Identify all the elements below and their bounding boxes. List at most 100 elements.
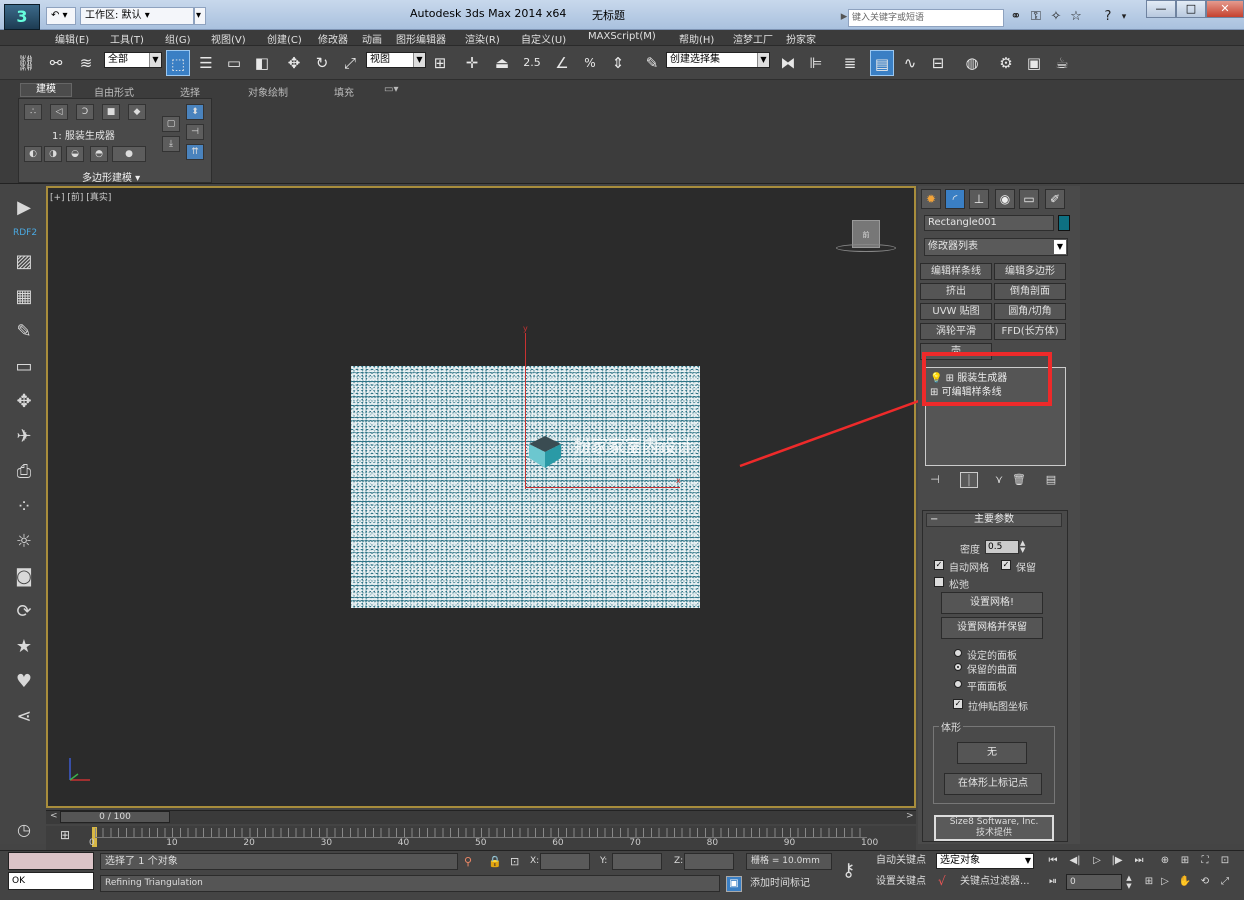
rect-selection-icon[interactable]: ▭: [222, 50, 246, 76]
maximize-button[interactable]: □: [1176, 0, 1206, 18]
quick-access-more-button[interactable]: ▾: [194, 7, 206, 25]
maxscript-listener-mini[interactable]: [8, 852, 94, 870]
menu-banjiajia[interactable]: 扮家家: [786, 31, 816, 46]
gizmo-y-axis[interactable]: [525, 333, 526, 489]
search-input[interactable]: 键入关键字或短语: [848, 9, 1004, 27]
menu-maxscript[interactable]: MAXScript(M): [588, 31, 656, 42]
snaps-toggle-icon[interactable]: 2.5: [520, 50, 544, 76]
edit-icon[interactable]: ✎: [12, 320, 36, 344]
element-icon[interactable]: ◆: [128, 104, 146, 120]
ribbon-tab-populate[interactable]: 填充: [334, 84, 354, 99]
camera-icon[interactable]: ◙: [12, 565, 36, 589]
menu-modifiers[interactable]: 修改器: [318, 31, 348, 46]
key-filters-button[interactable]: 关键点过滤器...: [960, 874, 1030, 890]
vertex-icon[interactable]: ∴: [24, 104, 42, 120]
select-object-icon[interactable]: ⬚: [166, 50, 190, 76]
menu-create[interactable]: 创建(C): [267, 31, 302, 46]
favorites-star-icon[interactable]: ☆: [1068, 9, 1084, 25]
pan-hand-icon[interactable]: ✋: [1176, 874, 1194, 890]
ribbon-options-icon[interactable]: ▭▾: [384, 84, 398, 95]
help-icon[interactable]: ?: [1100, 9, 1116, 25]
zoom-icon[interactable]: ⊕: [1156, 853, 1174, 869]
menu-xuanmeng[interactable]: 渲梦工厂: [733, 31, 773, 46]
density-spinner[interactable]: 0.5: [985, 540, 1019, 554]
transform-mode-icon[interactable]: ⊡: [510, 855, 519, 868]
pin-stack-icon[interactable]: ⊣: [926, 472, 944, 488]
create-tab-icon[interactable]: ✹: [921, 189, 941, 209]
display-tab-icon[interactable]: ▭: [1019, 189, 1039, 209]
edit-named-selection-icon[interactable]: ✎: [640, 50, 664, 76]
turbosmooth-button[interactable]: 涡轮平滑: [920, 323, 992, 340]
rendered-frame-icon[interactable]: ▣: [1022, 50, 1046, 76]
menu-tools[interactable]: 工具(T): [110, 31, 144, 46]
angle-snap-icon[interactable]: ∠: [550, 50, 574, 76]
ribbon-tab-modeling[interactable]: 建模: [20, 83, 72, 97]
workspace-dropdown[interactable]: 工作区: 默认 ▾: [80, 7, 194, 25]
help-dropdown-icon[interactable]: ▾: [1116, 9, 1132, 25]
ffd-box-button[interactable]: FFD(长方体): [994, 323, 1066, 340]
goto-end-icon[interactable]: ⏭: [1130, 853, 1148, 869]
object-name-field[interactable]: Rectangle001: [924, 215, 1054, 231]
motion-tab-icon[interactable]: ◉: [995, 189, 1015, 209]
window-crossing-icon[interactable]: ◧: [250, 50, 274, 76]
zoom-extents-all-icon[interactable]: ⊡: [1216, 853, 1234, 869]
graphite-ribbon-icon[interactable]: ▤: [870, 50, 894, 76]
image-icon[interactable]: ▨: [12, 250, 36, 274]
bind-spacewarp-icon[interactable]: ≋: [74, 50, 98, 76]
edit-poly-button[interactable]: 编辑多边形: [994, 263, 1066, 280]
key-selection-dropdown[interactable]: 选定对象 ▼: [936, 853, 1034, 869]
next-frame-icon[interactable]: |▶: [1108, 853, 1126, 869]
menu-views[interactable]: 视图(V): [211, 31, 246, 46]
keep-checkbox[interactable]: ✓: [1001, 560, 1011, 570]
spinner-snap-icon[interactable]: ⇕: [606, 50, 630, 76]
selection-lock-icon[interactable]: 🔒: [488, 855, 502, 868]
unlink-icon[interactable]: ⚯: [44, 50, 68, 76]
ribbon-tab-object-paint[interactable]: 对象绘制: [248, 84, 288, 99]
refresh-icon[interactable]: ⟳: [12, 600, 36, 624]
stretch-map-checkbox[interactable]: ✓: [953, 699, 963, 709]
uvw-map-button[interactable]: UVW 贴图: [920, 303, 992, 320]
spinner-arrows-icon[interactable]: ▲ ▼: [1020, 540, 1025, 554]
star-icon[interactable]: ★: [12, 635, 36, 659]
menu-animation[interactable]: 动画: [362, 31, 382, 46]
viewcube-ring[interactable]: [836, 244, 896, 252]
inbox-icon[interactable]: ⎙: [12, 460, 36, 484]
radio-flat-panels[interactable]: [954, 680, 962, 688]
menu-edit[interactable]: 编辑(E): [55, 31, 89, 46]
next-modifier-icon[interactable]: ◑: [44, 146, 62, 162]
monitor-icon[interactable]: ▭: [12, 355, 36, 379]
mark-points-button[interactable]: 在体形上标记点: [944, 773, 1042, 795]
show-end-result-icon[interactable]: ◓: [90, 146, 108, 162]
rdf-logo-icon[interactable]: ▶: [12, 196, 36, 220]
bevel-profile-button[interactable]: 倒角剖面: [994, 283, 1066, 300]
collapse-stack-icon[interactable]: ●: [112, 146, 146, 162]
app-menu-button[interactable]: 3: [4, 4, 40, 30]
ribbon-tab-selection[interactable]: 选择: [180, 84, 200, 99]
add-time-tag-button[interactable]: 添加时间标记: [750, 876, 810, 892]
reference-coord-dropdown[interactable]: 视图 ▼: [366, 52, 426, 68]
maximize-viewport-icon[interactable]: ⤢: [1216, 874, 1234, 890]
rotate-icon[interactable]: ↻: [310, 50, 334, 76]
goto-start-icon[interactable]: ⏮: [1044, 853, 1062, 869]
modifier-list-dropdown[interactable]: 修改器列表 ▼: [924, 238, 1068, 256]
isolate-selection-icon[interactable]: ⚲: [464, 855, 472, 868]
utilities-tab-icon[interactable]: ✐: [1045, 189, 1065, 209]
render-setup-icon[interactable]: ⚙: [994, 50, 1018, 76]
chamfer-button[interactable]: 圆角/切角: [994, 303, 1066, 320]
border-icon[interactable]: Ɔ: [76, 104, 94, 120]
scale-icon[interactable]: ⤢: [338, 50, 362, 76]
grid-dots-icon[interactable]: ⁘: [12, 495, 36, 519]
communication-icon[interactable]: ✧: [1048, 9, 1064, 25]
menu-help[interactable]: 帮助(H): [679, 31, 714, 46]
align-icon[interactable]: ⊫: [804, 50, 828, 76]
relax-checkbox[interactable]: [934, 577, 944, 587]
key-mode-icon[interactable]: ⏯: [1044, 874, 1062, 890]
show-end-result-icon[interactable]: ⏐: [960, 472, 978, 488]
maxscript-output[interactable]: OK: [8, 872, 94, 890]
time-slider-thumb[interactable]: 0 / 100: [60, 811, 170, 823]
curve-editor-icon[interactable]: ∿: [898, 50, 922, 76]
rollout-header[interactable]: − 主要参数: [926, 513, 1062, 527]
ribbon-tab-freeform[interactable]: 自由形式: [94, 84, 134, 99]
keyboard-shortcut-icon[interactable]: ⏏: [490, 50, 514, 76]
viewport-label[interactable]: [+] [前] [真实]: [50, 190, 111, 203]
